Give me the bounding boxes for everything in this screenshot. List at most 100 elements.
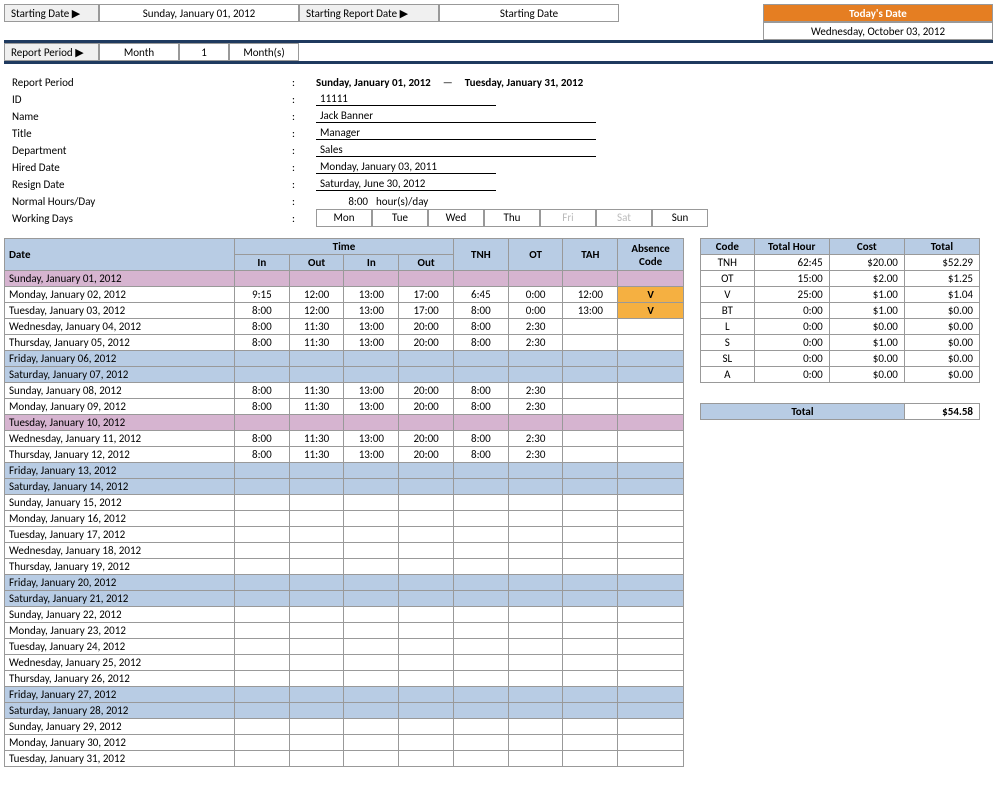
ts-cell[interactable] bbox=[234, 671, 289, 687]
ts-cell[interactable] bbox=[508, 671, 563, 687]
ts-cell[interactable]: 20:00 bbox=[399, 319, 454, 335]
ts-cell[interactable] bbox=[563, 687, 618, 703]
ts-cell[interactable] bbox=[399, 559, 454, 575]
ts-cell[interactable] bbox=[344, 351, 399, 367]
ts-cell[interactable] bbox=[399, 591, 454, 607]
ts-date[interactable]: Friday, January 13, 2012 bbox=[5, 463, 235, 479]
ts-cell[interactable] bbox=[453, 703, 508, 719]
ts-cell[interactable] bbox=[399, 735, 454, 751]
ts-cell[interactable]: 13:00 bbox=[563, 303, 618, 319]
ts-cell[interactable] bbox=[453, 479, 508, 495]
ts-cell[interactable]: 0:00 bbox=[508, 303, 563, 319]
ts-date[interactable]: Monday, January 30, 2012 bbox=[5, 735, 235, 751]
ts-absence[interactable] bbox=[618, 639, 684, 655]
ts-absence[interactable] bbox=[618, 415, 684, 431]
ts-date[interactable]: Sunday, January 15, 2012 bbox=[5, 495, 235, 511]
ts-cell[interactable] bbox=[453, 575, 508, 591]
ts-cell[interactable] bbox=[344, 687, 399, 703]
ts-cell[interactable] bbox=[508, 559, 563, 575]
ts-cell[interactable]: 20:00 bbox=[399, 335, 454, 351]
ts-cell[interactable]: 11:30 bbox=[289, 447, 344, 463]
ts-cell[interactable]: 20:00 bbox=[399, 399, 454, 415]
ts-cell[interactable]: 8:00 bbox=[234, 431, 289, 447]
ts-cell[interactable] bbox=[453, 719, 508, 735]
ts-cell[interactable] bbox=[399, 607, 454, 623]
ts-cell[interactable]: 8:00 bbox=[453, 399, 508, 415]
ts-cell[interactable]: 17:00 bbox=[399, 287, 454, 303]
ts-cell[interactable] bbox=[563, 639, 618, 655]
ts-cell[interactable] bbox=[453, 687, 508, 703]
ts-cell[interactable] bbox=[289, 735, 344, 751]
ts-cell[interactable]: 13:00 bbox=[344, 431, 399, 447]
ts-cell[interactable] bbox=[453, 511, 508, 527]
ts-cell[interactable] bbox=[344, 415, 399, 431]
ts-absence[interactable] bbox=[618, 351, 684, 367]
ts-date[interactable]: Thursday, January 12, 2012 bbox=[5, 447, 235, 463]
ts-cell[interactable] bbox=[234, 719, 289, 735]
ts-cell[interactable] bbox=[344, 495, 399, 511]
ts-cell[interactable] bbox=[234, 623, 289, 639]
ts-cell[interactable]: 2:30 bbox=[508, 431, 563, 447]
ts-cell[interactable]: 13:00 bbox=[344, 399, 399, 415]
ts-cell[interactable]: 13:00 bbox=[344, 383, 399, 399]
ts-cell[interactable] bbox=[344, 639, 399, 655]
ts-date[interactable]: Wednesday, January 25, 2012 bbox=[5, 655, 235, 671]
ts-cell[interactable] bbox=[234, 271, 289, 287]
ts-cell[interactable] bbox=[289, 495, 344, 511]
ts-cell[interactable] bbox=[234, 559, 289, 575]
ts-cell[interactable] bbox=[508, 271, 563, 287]
ts-cell[interactable]: 2:30 bbox=[508, 447, 563, 463]
ts-cell[interactable] bbox=[344, 671, 399, 687]
ts-cell[interactable] bbox=[289, 271, 344, 287]
ts-cell[interactable]: 13:00 bbox=[344, 319, 399, 335]
ts-cell[interactable]: 20:00 bbox=[399, 447, 454, 463]
ts-cell[interactable] bbox=[563, 447, 618, 463]
ts-cell[interactable] bbox=[399, 703, 454, 719]
ts-cell[interactable] bbox=[289, 591, 344, 607]
day-mon[interactable]: Mon bbox=[316, 209, 372, 227]
day-thu[interactable]: Thu bbox=[484, 209, 540, 227]
ts-cell[interactable] bbox=[289, 719, 344, 735]
ts-cell[interactable] bbox=[399, 639, 454, 655]
starting-report-value[interactable]: Starting Date bbox=[439, 4, 619, 22]
ts-cell[interactable] bbox=[453, 559, 508, 575]
ts-cell[interactable] bbox=[399, 575, 454, 591]
resign-value[interactable]: Saturday, June 30, 2012 bbox=[316, 177, 496, 191]
ts-cell[interactable] bbox=[453, 735, 508, 751]
ts-cell[interactable] bbox=[234, 687, 289, 703]
ts-cell[interactable] bbox=[344, 703, 399, 719]
ts-absence[interactable] bbox=[618, 575, 684, 591]
ts-absence[interactable] bbox=[618, 751, 684, 767]
ts-cell[interactable] bbox=[289, 687, 344, 703]
ts-cell[interactable] bbox=[563, 735, 618, 751]
ts-cell[interactable] bbox=[344, 271, 399, 287]
ts-cell[interactable] bbox=[563, 671, 618, 687]
ts-cell[interactable] bbox=[563, 479, 618, 495]
ts-date[interactable]: Tuesday, January 03, 2012 bbox=[5, 303, 235, 319]
ts-cell[interactable] bbox=[344, 479, 399, 495]
ts-cell[interactable] bbox=[399, 463, 454, 479]
ts-cell[interactable] bbox=[289, 623, 344, 639]
ts-cell[interactable] bbox=[234, 543, 289, 559]
ts-cell[interactable] bbox=[399, 623, 454, 639]
ts-cell[interactable]: 8:00 bbox=[234, 447, 289, 463]
ts-absence[interactable] bbox=[618, 399, 684, 415]
ts-cell[interactable] bbox=[399, 527, 454, 543]
ts-absence[interactable] bbox=[618, 543, 684, 559]
ts-cell[interactable] bbox=[289, 463, 344, 479]
ts-cell[interactable] bbox=[508, 367, 563, 383]
ts-date[interactable]: Friday, January 20, 2012 bbox=[5, 575, 235, 591]
ts-absence[interactable] bbox=[618, 735, 684, 751]
ts-cell[interactable] bbox=[289, 415, 344, 431]
ts-cell[interactable] bbox=[563, 543, 618, 559]
ts-date[interactable]: Sunday, January 22, 2012 bbox=[5, 607, 235, 623]
ts-absence[interactable] bbox=[618, 591, 684, 607]
ts-cell[interactable] bbox=[508, 351, 563, 367]
ts-cell[interactable] bbox=[508, 703, 563, 719]
ts-cell[interactable]: 2:30 bbox=[508, 399, 563, 415]
ts-cell[interactable] bbox=[234, 495, 289, 511]
ts-date[interactable]: Monday, January 09, 2012 bbox=[5, 399, 235, 415]
ts-cell[interactable] bbox=[563, 719, 618, 735]
ts-cell[interactable]: 2:30 bbox=[508, 319, 563, 335]
ts-cell[interactable] bbox=[289, 479, 344, 495]
